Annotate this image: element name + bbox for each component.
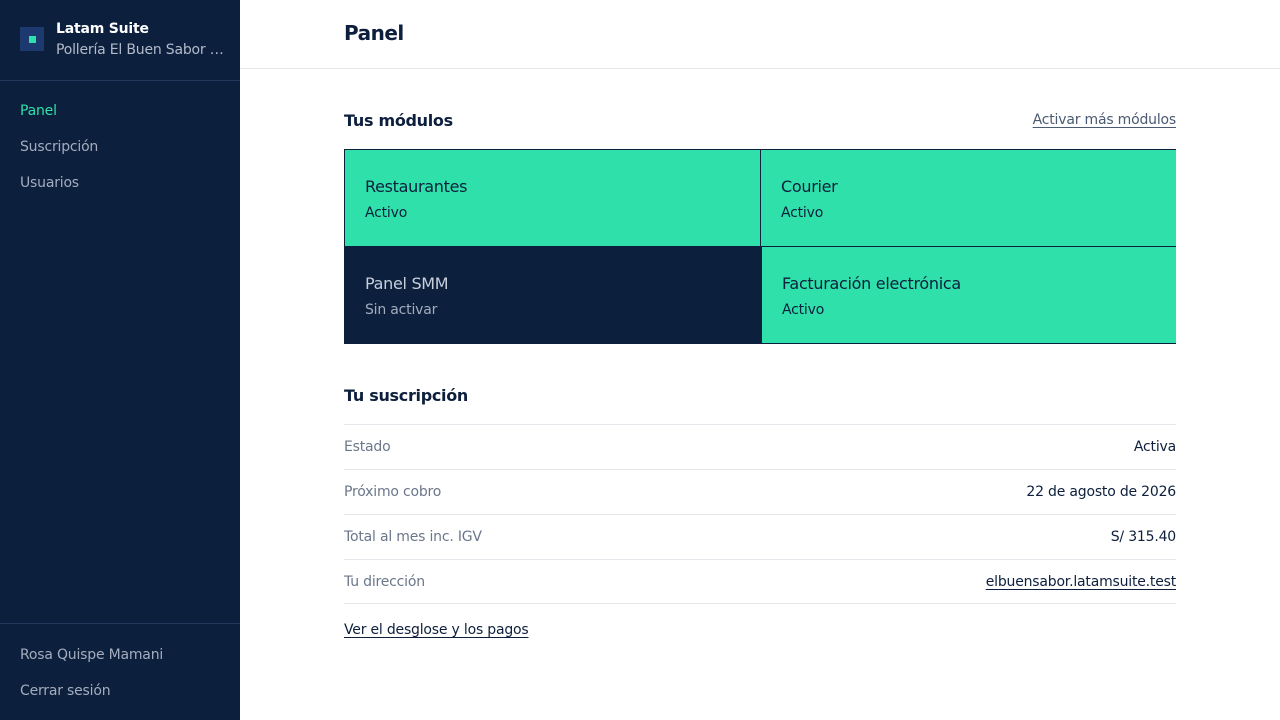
row-value: S/ 315.40: [1110, 529, 1176, 545]
row-label: Total al mes inc. IGV: [344, 529, 482, 545]
sidebar-item-panel[interactable]: Panel: [20, 103, 57, 119]
module-card-panel-smm[interactable]: Panel SMM Sin activar: [345, 247, 761, 343]
latam-suite-logo-icon: [20, 27, 44, 51]
row-label: Estado: [344, 439, 391, 455]
module-status: Activo: [781, 205, 824, 221]
row-label: Tu dirección: [344, 574, 425, 590]
activate-more-modules-link[interactable]: Activar más módulos: [1033, 112, 1177, 128]
brand-header: Latam Suite Pollería El Buen Sabor S.A.C…: [0, 0, 240, 81]
module-card-courier[interactable]: Courier Activo: [761, 150, 1176, 247]
sidebar-footer: Rosa Quispe Mamani Cerrar sesión: [0, 623, 240, 720]
modules-grid: Restaurantes Activo Courier Activo Panel…: [344, 149, 1176, 344]
subscription-section-title: Tu suscripción: [344, 386, 469, 405]
module-name: Panel SMM: [365, 274, 449, 293]
modules-section-title: Tus módulos: [344, 111, 453, 130]
row-label: Próximo cobro: [344, 484, 442, 500]
row-value: Activa: [1133, 439, 1176, 455]
subscription-row-estado: Estado Activa: [344, 424, 1176, 469]
logout-button[interactable]: Cerrar sesión: [20, 683, 111, 699]
app-name: Latam Suite: [56, 21, 149, 37]
module-name: Courier: [781, 177, 838, 196]
module-card-restaurantes[interactable]: Restaurantes Activo: [345, 150, 761, 247]
module-status: Sin activar: [365, 302, 438, 318]
sidebar: Latam Suite Pollería El Buen Sabor S.A.C…: [0, 0, 240, 720]
module-name: Facturación electrónica: [782, 274, 961, 293]
row-value: 22 de agosto de 2026: [1026, 484, 1176, 500]
page-title: Panel: [344, 21, 404, 45]
sidebar-item-usuarios[interactable]: Usuarios: [20, 175, 79, 191]
module-status: Activo: [782, 302, 825, 318]
subscription-row-total-mes: Total al mes inc. IGV S/ 315.40: [344, 514, 1176, 559]
module-card-facturacion-electronica[interactable]: Facturación electrónica Activo: [761, 247, 1176, 343]
address-link[interactable]: elbuensabor.latamsuite.test: [986, 574, 1176, 590]
business-name: Pollería El Buen Sabor S.A.C.: [56, 42, 224, 58]
subscription-row-proximo-cobro: Próximo cobro 22 de agosto de 2026: [344, 469, 1176, 514]
module-name: Restaurantes: [365, 177, 468, 196]
user-name[interactable]: Rosa Quispe Mamani: [20, 647, 163, 663]
sidebar-item-suscripcion[interactable]: Suscripción: [20, 139, 98, 155]
view-breakdown-link[interactable]: Ver el desglose y los pagos: [344, 622, 529, 638]
module-status: Activo: [365, 205, 408, 221]
top-bar: Panel: [240, 0, 1280, 69]
subscription-row-direccion: Tu dirección elbuensabor.latamsuite.test: [344, 559, 1176, 604]
